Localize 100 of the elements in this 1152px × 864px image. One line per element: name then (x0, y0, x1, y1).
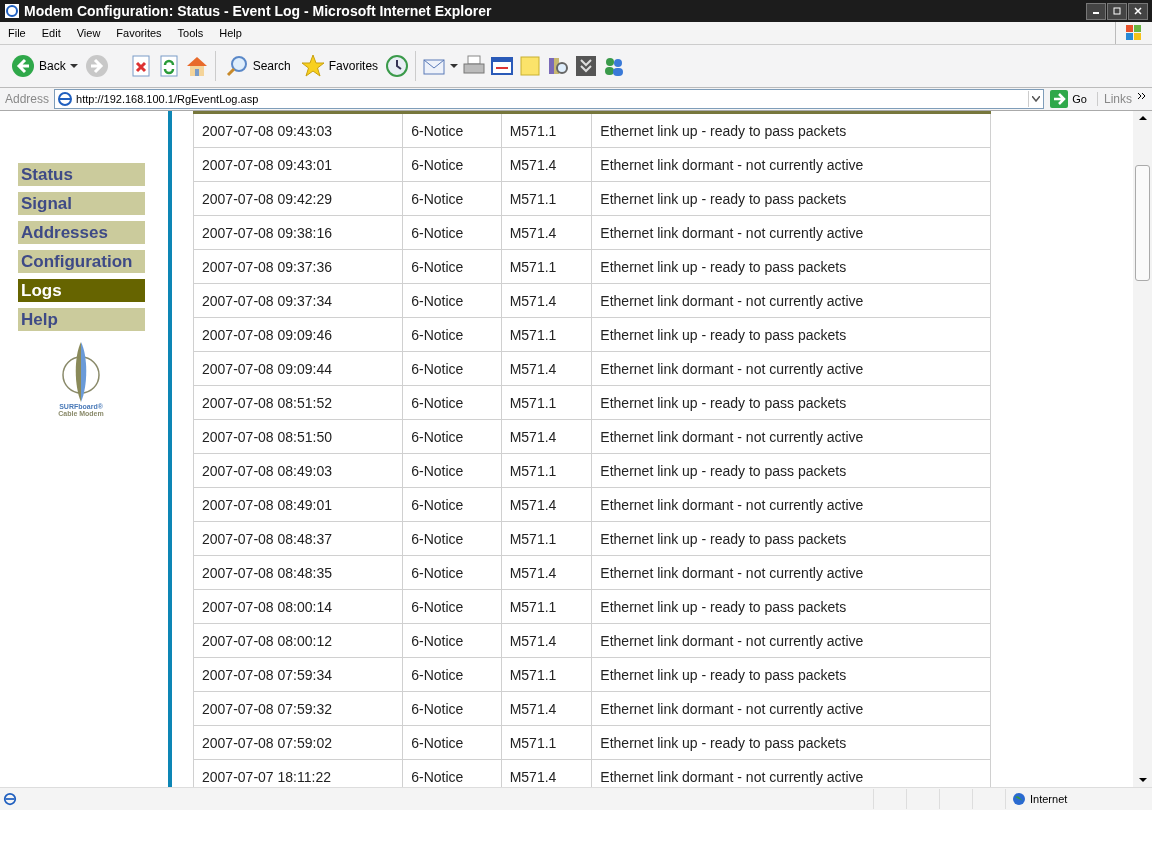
table-cell: 6-Notice (402, 147, 502, 182)
table-cell: 6-Notice (402, 555, 502, 590)
menu-item[interactable]: Edit (33, 27, 69, 39)
surfboard-logo-icon (60, 341, 102, 403)
table-cell: 2007-07-08 07:59:32 (193, 691, 403, 726)
restore-button[interactable] (1107, 2, 1127, 20)
table-cell: 6-Notice (402, 487, 502, 522)
nav-link[interactable]: Addresses (18, 221, 145, 244)
table-cell: 6-Notice (402, 691, 502, 726)
table-cell: 2007-07-08 08:51:52 (193, 385, 403, 420)
nav-link[interactable]: Logs (18, 279, 145, 302)
table-cell: 6-Notice (402, 657, 502, 692)
table-cell: Ethernet link dormant - not currently active (591, 351, 991, 386)
caret-icon[interactable] (450, 63, 459, 69)
globe-icon (1012, 792, 1026, 806)
table-cell: M571.1 (501, 249, 592, 284)
table-cell: Ethernet link dormant - not currently active (591, 147, 991, 182)
minimize-button[interactable] (1086, 2, 1106, 20)
table-cell: 6-Notice (402, 725, 502, 760)
chevrons-icon (1138, 92, 1146, 100)
table-cell: M571.1 (501, 657, 592, 692)
table-cell: 6-Notice (402, 249, 502, 284)
table-cell: 2007-07-08 07:59:34 (193, 657, 403, 692)
table-cell: Ethernet link up - ready to pass packets (591, 249, 991, 284)
table-cell: Ethernet link up - ready to pass packets (591, 521, 991, 556)
back-button[interactable]: Back (8, 52, 81, 80)
table-cell: 6-Notice (402, 453, 502, 488)
table-cell: 2007-07-08 09:09:46 (193, 317, 403, 352)
table-cell: Ethernet link dormant - not currently active (591, 623, 991, 658)
caret-icon (69, 63, 78, 69)
table-cell: 6-Notice (402, 317, 502, 352)
nav-link[interactable]: Signal (18, 192, 145, 215)
window-title: Modem Configuration: Status - Event Log - Microsoft Internet Explorer (24, 3, 493, 19)
page-icon (3, 792, 17, 806)
table-cell: Ethernet link dormant - not currently active (591, 419, 991, 454)
table-cell: M571.1 (501, 725, 592, 760)
table-cell: M571.4 (501, 555, 592, 590)
restore-icon (1113, 7, 1121, 15)
scroll-thumb[interactable] (1135, 165, 1150, 281)
close-icon (1134, 7, 1142, 15)
table-cell: M571.1 (501, 521, 592, 556)
star-icon (300, 54, 325, 78)
chevron-down-icon (1032, 96, 1041, 102)
table-cell: M571.1 (501, 181, 592, 216)
table-cell: Ethernet link dormant - not currently active (591, 691, 991, 726)
table-cell: 6-Notice (402, 215, 502, 250)
table-cell: Ethernet link up - ready to pass packets (591, 317, 991, 352)
table-cell: 2007-07-08 09:09:44 (193, 351, 403, 386)
download-icon[interactable] (574, 54, 599, 78)
history-icon[interactable] (385, 54, 410, 78)
search-button[interactable]: Search (221, 52, 294, 80)
nav-link[interactable]: Help (18, 308, 145, 331)
nav-link[interactable]: Status (18, 163, 145, 186)
menu-item[interactable]: Tools (169, 27, 212, 39)
table-cell: Ethernet link dormant - not currently active (591, 215, 991, 250)
menu-item[interactable]: Help (211, 27, 250, 39)
table-cell: 6-Notice (402, 521, 502, 556)
table-cell: M571.1 (501, 112, 592, 148)
search-icon (224, 54, 249, 78)
menu-item[interactable]: View (68, 27, 109, 39)
table-cell: 2007-07-08 09:43:01 (193, 147, 403, 182)
page-icon (57, 91, 74, 107)
table-cell: M571.1 (501, 385, 592, 420)
close-button[interactable] (1128, 2, 1148, 20)
edit-page-icon[interactable] (490, 54, 515, 78)
table-cell: M571.4 (501, 419, 592, 454)
table-cell: 6-Notice (402, 385, 502, 420)
menu-item[interactable]: Favorites (108, 27, 170, 39)
go-button[interactable]: Go (1044, 90, 1097, 108)
nav-link[interactable]: Configuration (18, 250, 145, 273)
address-field[interactable]: http://192.168.100.1/RgEventLog.asp (54, 89, 1045, 109)
browser-icon (4, 3, 20, 19)
table-cell: 6-Notice (402, 589, 502, 624)
table-cell: 2007-07-08 09:37:34 (193, 283, 403, 318)
table-cell: 2007-07-08 09:37:36 (193, 249, 403, 284)
table-cell: M571.1 (501, 317, 592, 352)
table-cell: 2007-07-08 09:38:16 (193, 215, 403, 250)
table-cell: Ethernet link up - ready to pass packets (591, 453, 991, 488)
table-cell: M571.1 (501, 589, 592, 624)
table-cell: 2007-07-08 09:42:29 (193, 181, 403, 216)
table-cell: M571.4 (501, 147, 592, 182)
table-cell: 2007-07-08 08:00:14 (193, 589, 403, 624)
table-cell: 2007-07-08 08:49:01 (193, 487, 403, 522)
table-cell: M571.4 (501, 623, 592, 658)
table-cell: M571.1 (501, 453, 592, 488)
table-cell: Ethernet link dormant - not currently active (591, 487, 991, 522)
table-cell: 2007-07-08 08:49:03 (193, 453, 403, 488)
windows-flag-icon (1125, 24, 1143, 42)
table-cell: Ethernet link up - ready to pass packets (591, 657, 991, 692)
menu-item[interactable]: File (0, 27, 34, 39)
table-cell: M571.4 (501, 487, 592, 522)
favorites-button[interactable]: Favorites (297, 52, 382, 80)
table-cell: 2007-07-08 08:00:12 (193, 623, 403, 658)
table-cell: Ethernet link dormant - not currently active (591, 555, 991, 590)
table-cell: 6-Notice (402, 351, 502, 386)
table-cell: Ethernet link dormant - not currently active (591, 283, 991, 318)
table-cell: 2007-07-08 08:51:50 (193, 419, 403, 454)
table-cell: 2007-07-08 08:48:35 (193, 555, 403, 590)
table-cell: 2007-07-08 07:59:02 (193, 725, 403, 760)
table-cell: 6-Notice (402, 623, 502, 658)
